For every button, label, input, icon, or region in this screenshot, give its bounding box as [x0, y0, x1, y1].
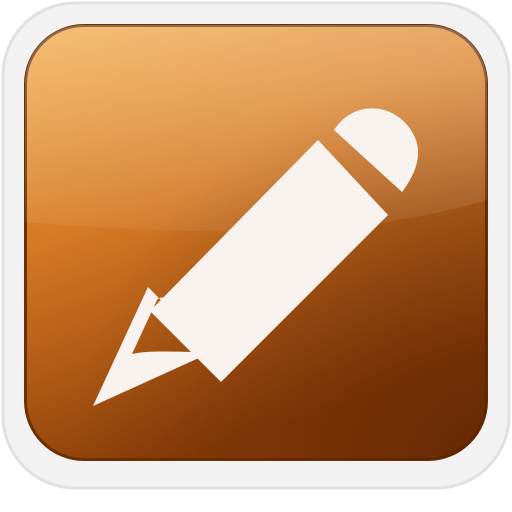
gloss-highlight: [25, 25, 487, 232]
app-icon-graphic: [1, 1, 511, 490]
pencil-app-icon[interactable]: [0, 0, 512, 512]
